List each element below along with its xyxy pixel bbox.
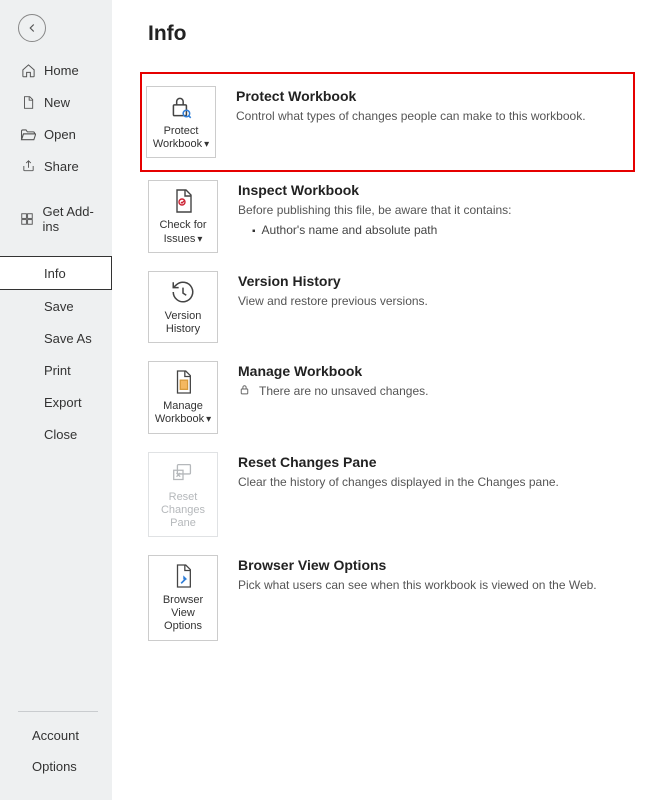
inspect-bullet: Author's name and absolute path: [252, 223, 635, 237]
reset-changes-pane-tile: Reset Changes Pane: [148, 452, 218, 538]
browser-view-icon: [169, 562, 197, 590]
main-content: Info Protect Workbook▾ Protect Workbook …: [112, 0, 651, 800]
sidebar-label: Get Add-ins: [42, 204, 104, 234]
section-text: Control what types of changes people can…: [236, 108, 623, 124]
inspect-document-icon: [169, 187, 197, 215]
sidebar-item-share[interactable]: Share: [0, 150, 112, 182]
protect-workbook-tile[interactable]: Protect Workbook▾: [146, 86, 216, 158]
chevron-down-icon: ▾: [197, 234, 202, 245]
home-icon: [20, 62, 36, 78]
lock-search-icon: [167, 93, 195, 121]
section-heading: Inspect Workbook: [238, 182, 635, 198]
check-for-issues-tile[interactable]: Check for Issues▾: [148, 180, 218, 252]
back-button[interactable]: [18, 14, 46, 42]
reset-changes-icon: [169, 459, 197, 487]
page-title: Info: [148, 22, 635, 46]
chevron-down-icon: ▾: [204, 139, 209, 150]
sidebar-label: Home: [44, 63, 79, 78]
sidebar-item-info[interactable]: Info: [0, 256, 112, 290]
lock-icon: [238, 383, 251, 399]
section-heading: Reset Changes Pane: [238, 454, 635, 470]
section-text: Clear the history of changes displayed i…: [238, 474, 635, 490]
section-text: View and restore previous versions.: [238, 293, 635, 309]
highlight-box: Protect Workbook▾ Protect Workbook Contr…: [140, 72, 635, 172]
chevron-down-icon: ▾: [206, 414, 211, 425]
sidebar-label: Save As: [44, 331, 92, 346]
sidebar-item-new[interactable]: New: [0, 86, 112, 118]
sidebar-label: Save: [44, 299, 74, 314]
tile-label: Browser View Options: [151, 594, 215, 634]
sidebar-item-close[interactable]: Close: [0, 418, 112, 450]
sidebar-item-save-as[interactable]: Save As: [0, 322, 112, 354]
section-heading: Manage Workbook: [238, 363, 635, 379]
arrow-left-icon: [25, 21, 39, 35]
share-icon: [20, 158, 36, 174]
sidebar-label: Share: [44, 159, 79, 174]
sidebar-label: Export: [44, 395, 82, 410]
sidebar-label: Info: [44, 266, 66, 281]
sidebar-label: Print: [44, 363, 71, 378]
browser-view-options-tile[interactable]: Browser View Options: [148, 555, 218, 641]
tile-label: Check for Issues▾: [151, 219, 215, 245]
sidebar-label: Close: [44, 427, 77, 442]
history-icon: [169, 278, 197, 306]
sidebar-label: New: [44, 95, 70, 110]
section-text: Before publishing this file, be aware th…: [238, 202, 635, 218]
section-text: There are no unsaved changes.: [259, 384, 428, 398]
sidebar-label: Options: [32, 759, 77, 774]
section-heading: Version History: [238, 273, 635, 289]
sidebar-separator: [18, 711, 98, 712]
tile-label: Version History: [151, 310, 215, 336]
sidebar-item-print[interactable]: Print: [0, 354, 112, 386]
addins-icon: [20, 211, 34, 227]
sidebar-item-account[interactable]: Account: [0, 720, 112, 751]
sidebar-label: Account: [32, 728, 79, 743]
sidebar-item-save[interactable]: Save: [0, 290, 112, 322]
new-file-icon: [20, 94, 36, 110]
sidebar-item-home[interactable]: Home: [0, 54, 112, 86]
tile-label: Protect Workbook▾: [149, 125, 213, 151]
sidebar-bottom: Account Options: [0, 705, 112, 782]
section-heading: Protect Workbook: [236, 88, 623, 104]
blank-icon: [20, 265, 36, 281]
section-text: Pick what users can see when this workbo…: [238, 577, 635, 593]
section-heading: Browser View Options: [238, 557, 635, 573]
backstage-sidebar: Home New Open Share Get Add-ins: [0, 0, 112, 800]
open-folder-icon: [20, 126, 36, 142]
version-history-tile[interactable]: Version History: [148, 271, 218, 343]
sidebar-item-export[interactable]: Export: [0, 386, 112, 418]
tile-label: Manage Workbook▾: [151, 400, 215, 426]
sidebar-item-options[interactable]: Options: [0, 751, 112, 782]
manage-workbook-tile[interactable]: Manage Workbook▾: [148, 361, 218, 433]
sidebar-item-open[interactable]: Open: [0, 118, 112, 150]
sidebar-item-get-addins[interactable]: Get Add-ins: [0, 196, 112, 242]
sidebar-label: Open: [44, 127, 76, 142]
tile-label: Reset Changes Pane: [151, 491, 215, 531]
document-icon: [169, 368, 197, 396]
